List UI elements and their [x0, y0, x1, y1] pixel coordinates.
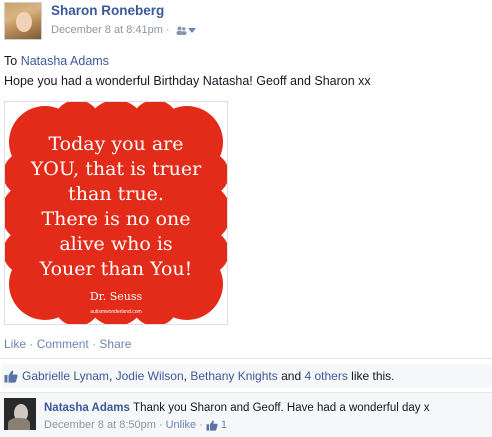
post-timestamp[interactable]: December 8 at 8:41pm	[51, 24, 163, 36]
quote-line: alive who is	[59, 233, 173, 255]
like-link[interactable]: Like	[4, 337, 26, 351]
author-name[interactable]: Sharon Roneberg	[51, 3, 164, 18]
quote-line: Youer than You!	[39, 258, 193, 280]
commenter-avatar[interactable]	[4, 398, 36, 430]
quote-site: autismwonderland.com	[90, 309, 142, 315]
quote-line: There is no one	[41, 208, 191, 230]
chevron-down-icon	[187, 27, 196, 33]
unlike-link[interactable]: Unlike	[166, 419, 197, 431]
liker-link[interactable]: Jodie Wilson	[116, 369, 184, 383]
author-avatar[interactable]	[4, 2, 42, 40]
liker-link[interactable]: Gabrielle Lynam	[22, 369, 109, 383]
share-link[interactable]: Share	[99, 337, 131, 351]
quote-line: than true.	[68, 183, 164, 205]
to-prefix: To	[4, 54, 18, 68]
commenter-name[interactable]: Natasha Adams	[44, 402, 130, 414]
and-text: and	[281, 369, 302, 383]
thumbs-up-icon	[4, 370, 18, 383]
comment-like-count[interactable]: 1	[221, 419, 227, 431]
quote-line: Today you are	[48, 133, 184, 155]
avatar-body	[8, 418, 30, 430]
quote-attribution: Dr. Seuss	[89, 290, 143, 303]
comment-body: Natasha Adams Thank you Sharon and Geoff…	[44, 402, 430, 414]
avatar-face	[16, 12, 32, 32]
quote-line: YOU, that is truer	[30, 158, 202, 180]
post-message: Hope you had a wonderful Birthday Natash…	[4, 74, 371, 88]
meta-separator: ·	[165, 24, 170, 36]
recipient-link[interactable]: Natasha Adams	[21, 54, 109, 68]
likes-summary: Gabrielle Lynam, Jodie Wilson, Bethany K…	[2, 364, 492, 388]
list-comma: ,	[183, 369, 187, 383]
facebook-post: Sharon Roneberg December 8 at 8:41pm · T…	[0, 0, 492, 437]
post-actions: Like · Comment · Share	[4, 337, 131, 351]
action-separator: ·	[29, 337, 34, 351]
action-separator: ·	[92, 337, 97, 351]
comment-item: Natasha Adams Thank you Sharon and Geoff…	[0, 392, 492, 437]
others-link[interactable]: 4 others	[304, 369, 347, 383]
comment-meta: December 8 at 8:50pm · Unlike · 1	[44, 419, 227, 431]
post-meta: December 8 at 8:41pm ·	[51, 24, 196, 36]
liker-link[interactable]: Bethany Knights	[190, 369, 277, 383]
friends-icon	[176, 26, 187, 35]
comment-timestamp[interactable]: December 8 at 8:50pm	[44, 419, 156, 431]
meta-separator: ·	[158, 419, 163, 431]
section-divider	[0, 358, 492, 359]
meta-separator: ·	[199, 419, 203, 431]
likes-suffix: like this.	[351, 369, 395, 383]
list-comma: ,	[108, 369, 113, 383]
comment-link[interactable]: Comment	[37, 337, 89, 351]
audience-selector[interactable]	[176, 26, 196, 35]
quote-text: Today you are YOU, that is truer than tr…	[19, 132, 213, 282]
thumbs-up-icon	[206, 420, 218, 431]
post-image[interactable]: Today you are YOU, that is truer than tr…	[4, 101, 228, 325]
recipient-line: To Natasha Adams	[4, 54, 109, 68]
comment-text: Thank you Sharon and Geoff. Have had a w…	[133, 402, 430, 414]
